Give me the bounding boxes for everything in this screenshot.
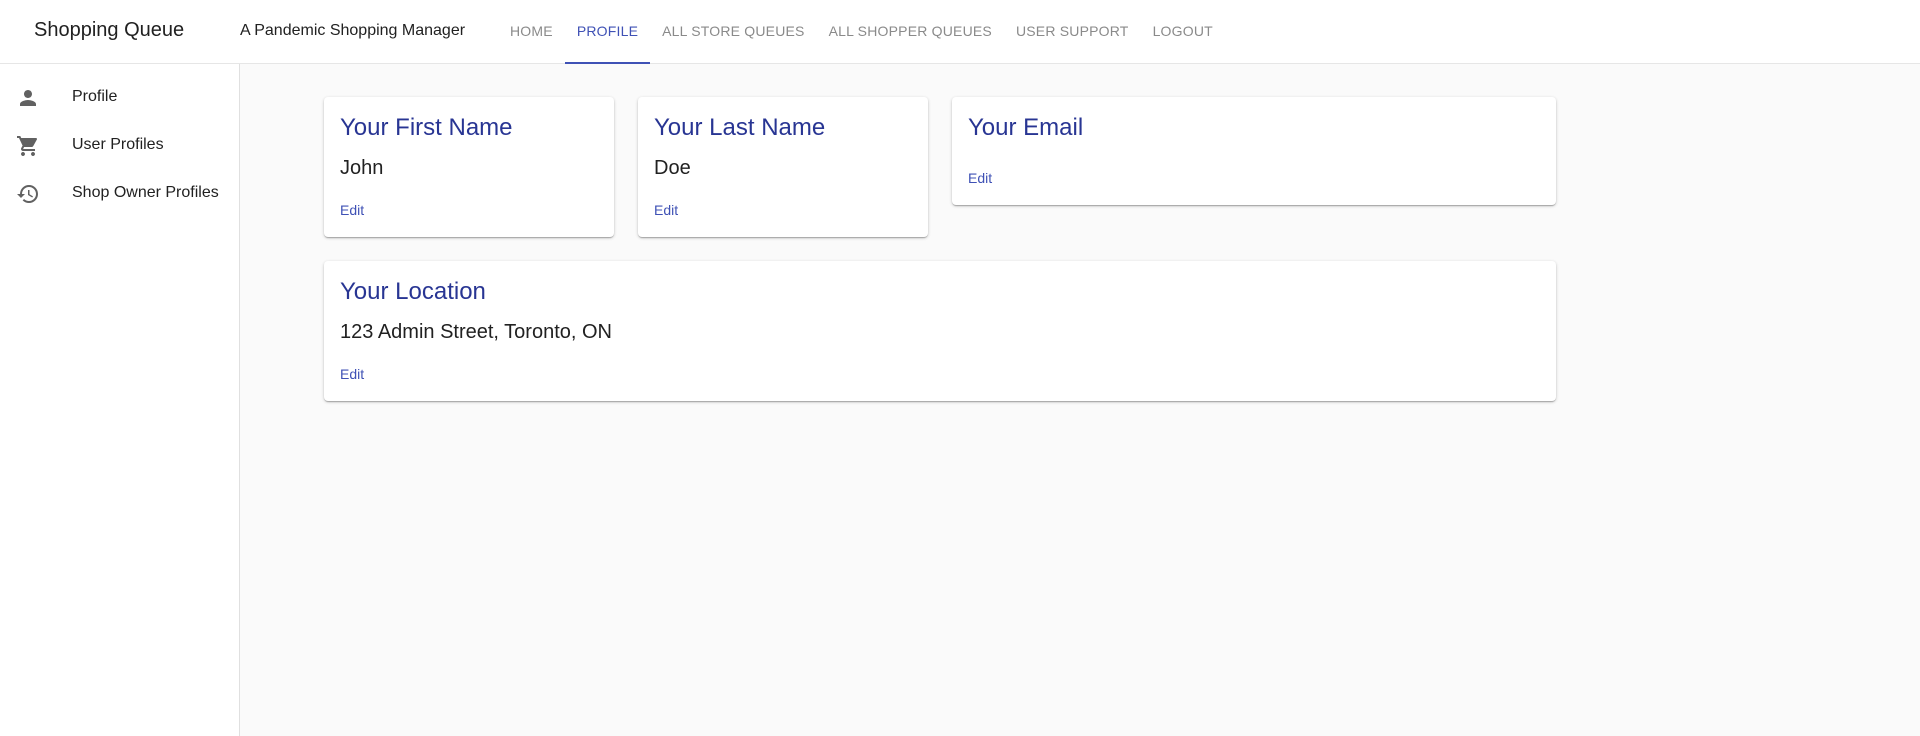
last-name-card: Your Last Name Doe Edit (638, 97, 928, 237)
nav-all-shopper-queues[interactable]: ALL SHOPPER QUEUES (817, 0, 1004, 64)
person-icon (20, 90, 36, 106)
sidebar: Profile User Profiles Shop Owner Profile… (0, 64, 240, 736)
sidebar-item-label: Profile (72, 88, 118, 105)
nav-home[interactable]: HOME (498, 0, 565, 64)
history-icon (17, 185, 38, 203)
email-card: Your Email Edit (952, 97, 1556, 205)
nav-all-store-queues[interactable]: ALL STORE QUEUES (650, 0, 816, 64)
first-name-card: Your First Name John Edit (324, 97, 614, 237)
card-title: Your Last Name (654, 114, 826, 141)
app-subtitle: A Pandemic Shopping Manager (240, 22, 466, 39)
location-value: 123 Admin Street, Toronto, ON (340, 321, 613, 343)
first-name-value: John (340, 157, 384, 179)
sidebar-item-label: User Profiles (72, 136, 164, 153)
sidebar-item-shop-owner-profiles[interactable]: Shop Owner Profiles (0, 170, 239, 218)
edit-first-name-button[interactable]: Edit (340, 202, 364, 218)
card-title: Your Email (968, 114, 1084, 141)
edit-last-name-button[interactable]: Edit (654, 202, 678, 218)
app-title: Shopping Queue (34, 19, 185, 41)
nav-user-support[interactable]: USER SUPPORT (1004, 0, 1141, 64)
card-title: Your First Name (340, 114, 513, 141)
edit-email-button[interactable]: Edit (968, 170, 992, 186)
location-card: Your Location 123 Admin Street, Toronto,… (324, 261, 1556, 401)
nav-profile[interactable]: PROFILE (564, 0, 651, 64)
card-title: Your Location (340, 278, 486, 305)
app-bar: Shopping Queue A Pandemic Shopping Manag… (0, 0, 1920, 64)
edit-location-button[interactable]: Edit (340, 366, 364, 382)
nav-logout[interactable]: LOGOUT (1141, 0, 1225, 64)
top-nav: HOME PROFILE ALL STORE QUEUES ALL SHOPPE… (498, 0, 1225, 64)
sidebar-item-label: Shop Owner Profiles (72, 184, 219, 201)
last-name-value: Doe (654, 157, 691, 179)
shopping-cart-icon (17, 136, 38, 156)
sidebar-item-profile[interactable]: Profile (0, 74, 239, 122)
sidebar-item-user-profiles[interactable]: User Profiles (0, 122, 239, 170)
